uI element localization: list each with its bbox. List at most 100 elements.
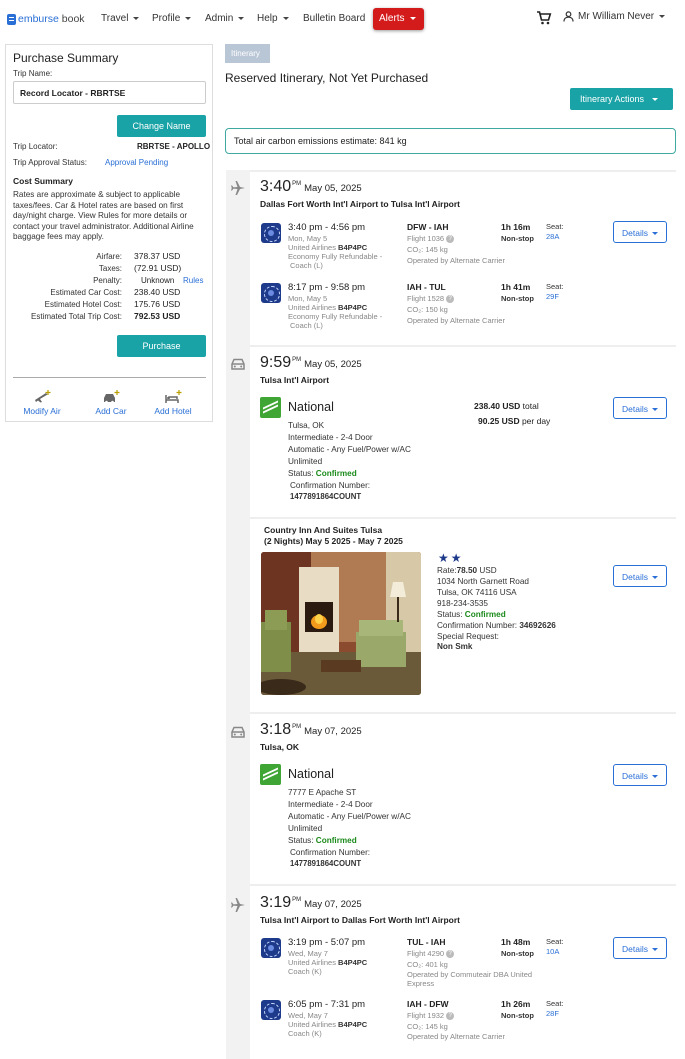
hotel-address-line2: Tulsa, OK 74116 USA xyxy=(437,588,517,597)
details-button[interactable]: Details xyxy=(613,937,667,959)
airplane-plus-icon xyxy=(35,390,51,403)
user-menu[interactable]: Mr William Never xyxy=(563,11,666,22)
booking-code: B4P4PC xyxy=(338,958,368,967)
hotel-confirmation: Confirmation Number: 34692626 xyxy=(437,621,556,630)
details-button[interactable]: Details xyxy=(613,565,667,587)
cost-summary-note: Rates are approximate & subject to appli… xyxy=(13,190,194,241)
nav-help[interactable]: Help xyxy=(257,13,289,24)
car-cost-label: Estimated Car Cost: xyxy=(50,288,122,297)
flight-duration: 1h 41m xyxy=(501,282,531,292)
modify-air-button[interactable]: Modify Air xyxy=(12,390,72,416)
car-mileage: Unlimited xyxy=(288,824,323,833)
nav-profile[interactable]: Profile xyxy=(152,13,192,24)
chevron-down-icon xyxy=(651,948,658,952)
flight-number-text: Flight 1528 xyxy=(407,294,445,303)
info-icon[interactable]: ? xyxy=(446,295,455,304)
flight-times: 3:19 pm - 5:07 pm xyxy=(288,937,366,948)
tab-itinerary[interactable]: Itinerary xyxy=(225,44,270,63)
details-button[interactable]: Details xyxy=(613,221,667,243)
brand-prefix: emburse xyxy=(18,13,59,25)
emburse-logo[interactable]: emburse book xyxy=(7,13,85,25)
trip-name-input[interactable]: Record Locator - RBRTSE xyxy=(13,81,206,104)
confirmation-label: Confirmation Number: xyxy=(437,621,518,630)
flight-route: IAH - TUL xyxy=(407,282,446,292)
status-badge: Confirmed xyxy=(315,836,357,845)
seat-number[interactable]: 10A xyxy=(546,947,559,956)
flight-route: TUL - IAH xyxy=(407,937,446,947)
booking-code: B4P4PC xyxy=(338,1020,368,1029)
nav-admin-label: Admin xyxy=(205,13,234,24)
chevron-down-icon xyxy=(651,408,658,412)
chevron-down-icon xyxy=(651,576,658,580)
operated-by: Operated by Alternate Carrier xyxy=(407,316,505,325)
details-button[interactable]: Details xyxy=(613,764,667,786)
segment-time: 3:40PM May 05, 2025 xyxy=(260,178,362,196)
info-icon[interactable]: ? xyxy=(446,950,455,959)
flight-number-text: Flight 4290 xyxy=(407,949,445,958)
purchase-summary-title: Purchase Summary xyxy=(13,51,119,65)
penalty-label: Penalty: xyxy=(93,276,122,285)
flight-number: Flight 4290? xyxy=(407,949,455,959)
united-airlines-logo xyxy=(261,938,281,958)
nav-help-label: Help xyxy=(257,13,278,24)
add-car-button[interactable]: Add Car xyxy=(81,390,141,416)
segment-time-value: 3:19 xyxy=(260,894,292,911)
rules-link[interactable]: Rules xyxy=(183,276,203,285)
segment-time-ampm: PM xyxy=(292,356,302,363)
car-icon xyxy=(231,358,245,370)
national-logo xyxy=(260,764,281,785)
purchase-button[interactable]: Purchase xyxy=(117,335,206,357)
seat-number[interactable]: 29F xyxy=(546,292,559,301)
flight-stops: Non-stop xyxy=(501,234,534,243)
segment-divider xyxy=(250,170,676,172)
status-label: Status: xyxy=(288,469,314,478)
taxes-label: Taxes: xyxy=(98,264,122,273)
hotel-phone: 918-234-3535 xyxy=(437,599,488,608)
segment-time-value: 3:18 xyxy=(260,721,292,738)
segment-time: 3:19PM May 07, 2025 xyxy=(260,894,362,912)
operated-by: Operated by Alternate Carrier xyxy=(407,1032,505,1041)
details-label: Details xyxy=(622,228,648,238)
nav-travel[interactable]: Travel xyxy=(101,13,140,24)
booking-code: B4P4PC xyxy=(338,303,368,312)
rate-currency: USD xyxy=(477,566,497,575)
hotel-lobby-image xyxy=(261,552,421,695)
carbon-estimate-banner: Total air carbon emissions estimate: 841… xyxy=(225,128,676,154)
segment-route: Dallas Fort Worth Int'l Airport to Tulsa… xyxy=(260,199,461,209)
car-total-amount: 238.40 USD xyxy=(474,401,521,411)
shopping-cart-icon[interactable] xyxy=(536,10,552,26)
chevron-down-icon xyxy=(133,16,140,20)
rental-vendor: National xyxy=(288,767,334,781)
seat-label: Seat: xyxy=(546,222,564,231)
confirmation-number: 34692626 xyxy=(519,621,556,630)
chevron-down-icon xyxy=(659,15,666,18)
flight-duration: 1h 16m xyxy=(501,222,531,232)
details-label: Details xyxy=(622,771,648,781)
flight-times: 3:40 pm - 4:56 pm xyxy=(288,222,366,233)
details-button[interactable]: Details xyxy=(613,397,667,419)
add-hotel-button[interactable]: Add Hotel xyxy=(143,390,203,416)
itinerary-actions-button[interactable]: Itinerary Actions xyxy=(570,88,673,110)
chevron-down-icon xyxy=(651,775,658,779)
info-icon[interactable]: ? xyxy=(446,235,455,244)
nav-admin[interactable]: Admin xyxy=(205,13,245,24)
segment-time: 3:18PM May 07, 2025 xyxy=(260,721,362,739)
segment-time-ampm: PM xyxy=(292,723,302,730)
emburse-logo-icon xyxy=(7,13,16,25)
details-label: Details xyxy=(622,944,648,954)
flight-duration: 1h 26m xyxy=(501,999,531,1009)
seat-number[interactable]: 28F xyxy=(546,1009,559,1018)
info-icon[interactable]: ? xyxy=(446,1012,455,1021)
segment-time-value: 9:59 xyxy=(260,354,292,371)
segment-divider xyxy=(250,712,676,714)
seat-number[interactable]: 28A xyxy=(546,232,559,241)
segment-time-ampm: PM xyxy=(292,180,302,187)
add-car-label: Add Car xyxy=(95,406,127,416)
change-name-button[interactable]: Change Name xyxy=(117,115,206,137)
divider xyxy=(13,377,206,378)
alerts-button[interactable]: Alerts xyxy=(373,8,424,30)
flight-times: 6:05 pm - 7:31 pm xyxy=(288,999,366,1010)
car-total-suffix: total xyxy=(520,401,539,411)
nav-bulletin-board[interactable]: Bulletin Board xyxy=(303,13,365,24)
flight-airline: United Airlines B4P4PC xyxy=(288,958,367,967)
